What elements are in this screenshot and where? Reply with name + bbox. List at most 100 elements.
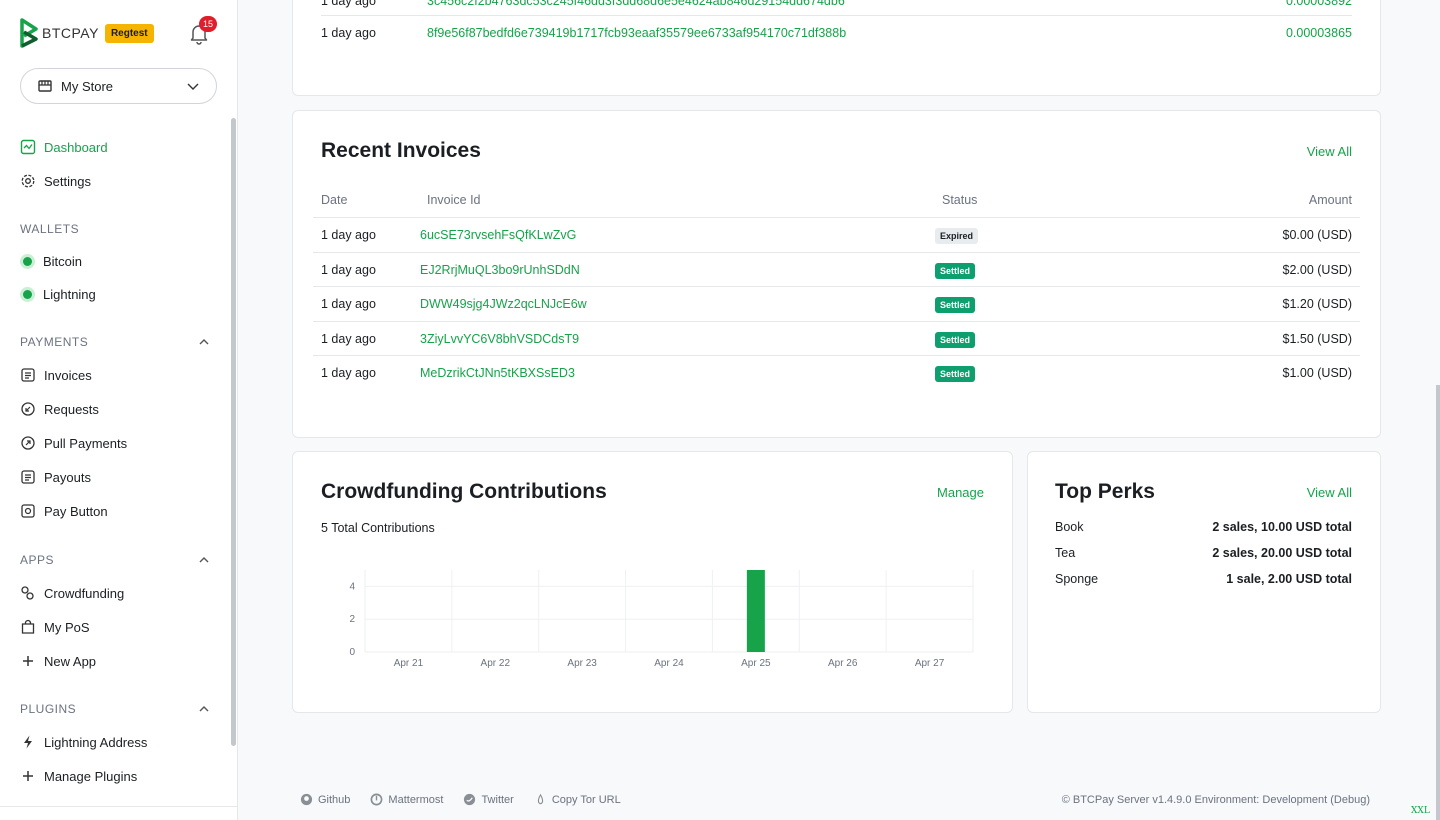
plus-icon bbox=[23, 771, 33, 781]
sidebar-item-label: New App bbox=[44, 653, 97, 669]
chart-x-tick-label: Apr 27 bbox=[915, 658, 945, 669]
manage-crowdfunding-link[interactable]: Manage bbox=[937, 485, 984, 500]
chart-y-tick-label: 2 bbox=[349, 614, 355, 625]
sidebar-item-invoices[interactable]: Invoices bbox=[20, 365, 92, 385]
copy-tor-url-link[interactable]: Copy Tor URL bbox=[534, 793, 621, 806]
chart-y-tick-label: 4 bbox=[349, 581, 355, 592]
plus-icon bbox=[23, 656, 33, 666]
view-all-perks-link[interactable]: View All bbox=[1307, 485, 1352, 500]
crowdfunding-card: Crowdfunding Contributions Manage 5 Tota… bbox=[292, 451, 1013, 713]
environment-badge: Regtest bbox=[104, 23, 154, 43]
invoice-id-link[interactable]: 3ZiyLvvYC6V8bhVSDCdsT9 bbox=[420, 332, 935, 346]
recent-invoices-title: Recent Invoices bbox=[321, 139, 481, 162]
invoice-id-link[interactable]: 6ucSE73rvsehFsQfKLwZvG bbox=[420, 228, 935, 242]
sidebar-item-lightning[interactable]: Lightning bbox=[20, 284, 96, 304]
sidebar-item-pay-button[interactable]: Pay Button bbox=[20, 501, 108, 521]
invoice-id-link[interactable]: MeDzrikCtJNn5tKBXSsED3 bbox=[420, 366, 935, 380]
perk-stats: 2 sales, 10.00 USD total bbox=[1212, 520, 1352, 534]
request-icon bbox=[21, 402, 35, 416]
brand-name: BTCPAY bbox=[42, 25, 99, 41]
status-dot bbox=[23, 289, 32, 299]
invoice-amount: $2.00 (USD) bbox=[1282, 262, 1352, 277]
transaction-amount: 0.00003865 bbox=[1285, 26, 1352, 40]
crowdfunding-title: Crowdfunding Contributions bbox=[321, 480, 607, 503]
sidebar-item-pull-payments[interactable]: Pull Payments bbox=[20, 433, 127, 453]
twitter-icon bbox=[464, 793, 476, 806]
transaction-id-link[interactable]: 8f9e56f87bedfd6e739419b1717fcb93eaaf3557… bbox=[427, 26, 1286, 40]
pull-payment-icon bbox=[21, 436, 35, 450]
github-link[interactable]: Github bbox=[300, 793, 350, 806]
contributions-chart: 0 2 4 Apr 21 Apr 22 Apr 23 Apr 24 Apr 25 Apr 26 A… bbox=[349, 570, 974, 669]
mattermost-icon bbox=[370, 793, 383, 806]
plugins-heading[interactable]: PLUGINS bbox=[20, 702, 210, 716]
breakpoint-indicator: XXL bbox=[1411, 806, 1430, 816]
sidebar-item-label: Payouts bbox=[44, 469, 91, 485]
column-header-amount: Amount bbox=[1308, 193, 1352, 207]
sidebar-item-my-pos[interactable]: My PoS bbox=[20, 617, 90, 637]
sidebar-item-label: Requests bbox=[44, 401, 99, 417]
table-row: 1 day ago 8f9e56f87bedfd6e739419b1717fcb9… bbox=[321, 15, 1352, 50]
total-contributions: 5 Total Contributions bbox=[321, 521, 435, 535]
invoice-id-link[interactable]: EJ2RrjMuQL3bo9rUnhSDdN bbox=[420, 263, 935, 277]
apps-heading[interactable]: APPS bbox=[20, 553, 210, 567]
sidebar-item-lightning-address[interactable]: Lightning Address bbox=[20, 732, 147, 752]
sidebar-item-label: Settings bbox=[44, 173, 91, 189]
sidebar-item-settings[interactable]: Settings bbox=[20, 171, 91, 191]
gear-icon bbox=[21, 174, 35, 188]
chevron-up-icon[interactable] bbox=[198, 554, 210, 566]
payments-heading[interactable]: PAYMENTS bbox=[20, 335, 210, 349]
top-perks-title: Top Perks bbox=[1055, 480, 1155, 503]
twitter-link[interactable]: Twitter bbox=[463, 793, 514, 806]
sidebar-item-label: Lightning Address bbox=[44, 734, 148, 750]
sidebar-item-payouts[interactable]: Payouts bbox=[20, 467, 91, 487]
chart-x-tick-label: Apr 26 bbox=[828, 658, 858, 669]
status-badge: Settled bbox=[935, 297, 976, 313]
sidebar: BTCPAY Regtest 15 My Store Dashboard Set… bbox=[0, 0, 238, 820]
perk-stats: 1 sale, 2.00 USD total bbox=[1226, 572, 1352, 586]
chart-x-tick-label: Apr 24 bbox=[654, 658, 684, 669]
transaction-amount: 0.00003892 bbox=[1285, 0, 1352, 8]
sidebar-divider bbox=[0, 806, 238, 807]
github-icon bbox=[300, 793, 313, 806]
store-selector[interactable]: My Store bbox=[20, 68, 217, 104]
perk-name: Tea bbox=[1055, 546, 1076, 560]
chart-bar bbox=[746, 570, 765, 652]
chevron-up-icon[interactable] bbox=[198, 336, 210, 348]
sidebar-item-new-app[interactable]: New App bbox=[20, 651, 96, 671]
sidebar-item-requests[interactable]: Requests bbox=[20, 399, 99, 419]
sidebar-item-manage-plugins[interactable]: Manage Plugins bbox=[20, 766, 137, 786]
sidebar-item-label: Lightning bbox=[43, 286, 96, 302]
invoice-amount: $1.00 (USD) bbox=[1282, 366, 1352, 380]
invoice-date: 1 day ago bbox=[321, 262, 376, 277]
chevron-up-icon[interactable] bbox=[198, 703, 210, 715]
perk-stats: 2 sales, 20.00 USD total bbox=[1212, 546, 1352, 560]
transaction-id-link[interactable]: 3c456c2f2b4763dc53c245f46dd3f3dd68d6e5e4… bbox=[427, 0, 1286, 8]
shopping-bag-icon bbox=[21, 619, 35, 634]
brand[interactable]: BTCPAY Regtest bbox=[20, 18, 154, 48]
chart-x-tick-label: Apr 23 bbox=[567, 658, 597, 669]
sidebar-item-label: Pay Button bbox=[44, 503, 108, 519]
chart-x-tick-label: Apr 21 bbox=[394, 658, 424, 669]
invoice-amount: $1.50 (USD) bbox=[1282, 331, 1352, 346]
invoice-date: 1 day ago bbox=[321, 331, 376, 346]
sidebar-item-crowdfunding[interactable]: Crowdfunding bbox=[20, 583, 124, 603]
chart-x-tick-label: Apr 25 bbox=[741, 658, 771, 669]
sidebar-item-dashboard[interactable]: Dashboard bbox=[20, 137, 108, 157]
invoice-date: 1 day ago bbox=[321, 297, 376, 311]
table-row: 1 day ago EJ2RrjMuQL3bo9rUnhSDdN Settled $2… bbox=[313, 251, 1360, 287]
sidebar-scrollbar[interactable] bbox=[231, 118, 236, 746]
wallets-heading: WALLETS bbox=[20, 222, 80, 236]
view-all-invoices-link[interactable]: View All bbox=[1307, 144, 1352, 159]
chevron-down-icon bbox=[187, 83, 199, 90]
status-badge: Settled bbox=[935, 262, 976, 279]
invoice-id-link[interactable]: DWW49sjg4JWz2qcLNJcE6w bbox=[420, 297, 935, 311]
sidebar-item-label: Bitcoin bbox=[43, 253, 83, 269]
sidebar-item-bitcoin[interactable]: Bitcoin bbox=[20, 251, 82, 271]
mattermost-link[interactable]: Mattermost bbox=[370, 793, 443, 806]
notification-count: 15 bbox=[199, 16, 217, 32]
page-scrollbar[interactable] bbox=[1436, 385, 1440, 820]
recent-invoices-card: Recent Invoices View All Date Invoice Id… bbox=[292, 110, 1381, 438]
perk-row: Tea 2 sales, 20.00 USD total bbox=[1055, 546, 1352, 560]
chart-y-tick-label: 0 bbox=[349, 647, 355, 658]
lightning-icon bbox=[24, 735, 32, 749]
